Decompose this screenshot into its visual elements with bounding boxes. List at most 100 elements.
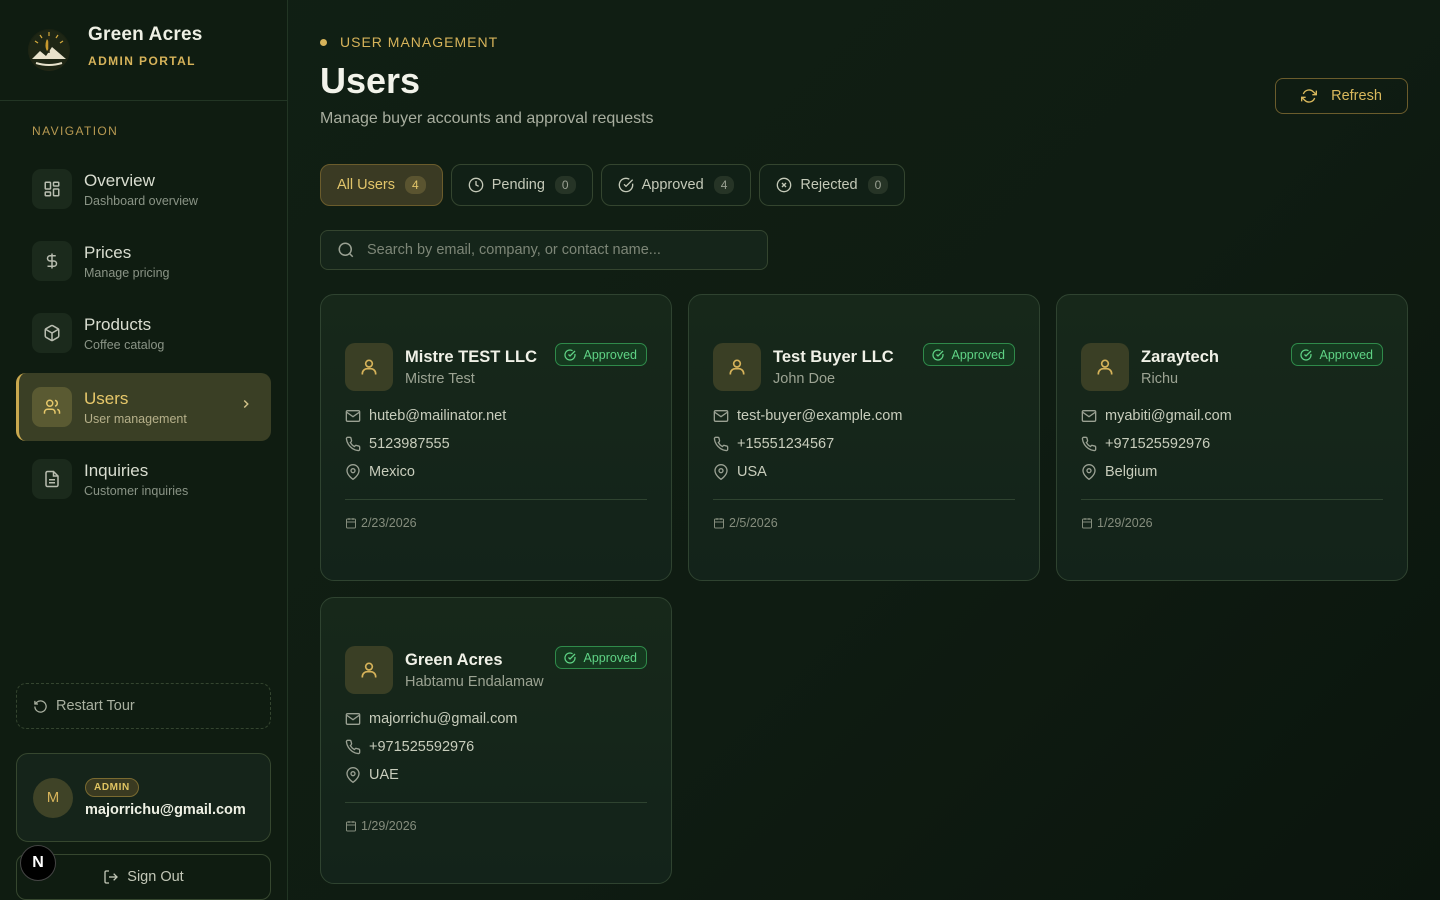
check-circle-icon: [564, 348, 577, 361]
date-row: 2/23/2026: [345, 516, 417, 530]
email-row: myabiti@gmail.com: [1081, 408, 1232, 424]
clock-icon: [468, 177, 484, 193]
status-label: Approved: [583, 347, 637, 362]
tab-label: Pending: [491, 177, 545, 193]
mail-icon: [345, 711, 361, 727]
box-icon: [32, 313, 72, 353]
status-label: Approved: [1319, 347, 1373, 362]
email-row: huteb@mailinator.net: [345, 408, 506, 424]
user-date: 1/29/2026: [361, 819, 417, 833]
users-icon: [32, 387, 72, 427]
refresh-label: Refresh: [1331, 88, 1382, 104]
tab-rejected[interactable]: Rejected 0: [759, 164, 906, 206]
user-email: huteb@mailinator.net: [369, 408, 507, 424]
brand-subtitle: ADMIN PORTAL: [88, 54, 196, 68]
brand-logo[interactable]: [28, 29, 70, 71]
user-location: Belgium: [1105, 464, 1158, 480]
status-badge: Approved: [555, 343, 647, 366]
user-icon: [1081, 343, 1129, 391]
calendar-icon: [1081, 517, 1093, 529]
sidebar-item-label: Inquiries: [84, 460, 149, 480]
user-card[interactable]: Zaraytech Richu Approved myabiti@gmail.c…: [1056, 294, 1408, 581]
eyebrow-label: USER MANAGEMENT: [340, 34, 499, 50]
mail-icon: [1081, 408, 1097, 424]
user-phone: 5123987555: [369, 436, 450, 452]
user-card[interactable]: Test Buyer LLC John Doe Approved test-bu…: [688, 294, 1040, 581]
sidebar-item-label: Users: [84, 388, 129, 408]
location-row: Mexico: [345, 464, 415, 480]
sidebar: Green Acres ADMIN PORTAL NAVIGATION Over…: [0, 0, 288, 900]
search-input[interactable]: [367, 242, 747, 258]
check-circle-icon: [1300, 348, 1313, 361]
company-name: Green Acres: [405, 651, 503, 669]
sidebar-item-users[interactable]: Users User management: [16, 373, 271, 441]
user-icon: [713, 343, 761, 391]
sidebar-item-label: Prices: [84, 242, 132, 262]
contact-name: Habtamu Endalamaw: [405, 674, 544, 690]
date-row: 2/5/2026: [713, 516, 778, 530]
sidebar-item-prices[interactable]: Prices Manage pricing: [16, 227, 271, 295]
phone-icon: [345, 436, 361, 452]
restart-tour-button[interactable]: Restart Tour: [16, 683, 271, 729]
mail-icon: [345, 408, 361, 424]
email-row: majorrichu@gmail.com: [345, 711, 517, 727]
refresh-button[interactable]: Refresh: [1275, 78, 1408, 114]
contact-name: Mistre Test: [405, 371, 475, 387]
user-icon: [345, 343, 393, 391]
map-pin-icon: [345, 464, 361, 480]
phone-row: +971525592976: [1081, 436, 1210, 452]
sidebar-item-inquiries[interactable]: Inquiries Customer inquiries: [16, 445, 271, 513]
check-circle-icon: [564, 651, 577, 664]
eyebrow: USER MANAGEMENT: [320, 34, 498, 50]
rotate-icon: [33, 699, 48, 714]
dev-tools-badge[interactable]: N: [20, 845, 56, 881]
filter-tabs: All Users 4 Pending 0 Approved 4 Rejecte…: [320, 164, 913, 206]
main-content: USER MANAGEMENT Users Manage buyer accou…: [320, 0, 1408, 900]
chevron-right-icon: [239, 397, 253, 416]
page-title: Users: [320, 60, 421, 101]
user-email: test-buyer@example.com: [737, 408, 903, 424]
tab-approved[interactable]: Approved 4: [600, 164, 752, 206]
company-name: Test Buyer LLC: [773, 348, 894, 366]
restart-tour-label: Restart Tour: [56, 698, 135, 714]
calendar-icon: [713, 517, 725, 529]
current-user-email: majorrichu@gmail.com: [85, 802, 246, 818]
x-circle-icon: [776, 177, 792, 193]
tab-all-users[interactable]: All Users 4: [320, 164, 443, 206]
grid-icon: [32, 169, 72, 209]
phone-icon: [1081, 436, 1097, 452]
user-date: 1/29/2026: [1097, 516, 1153, 530]
page-subtitle: Manage buyer accounts and approval reque…: [320, 110, 654, 127]
tab-pending[interactable]: Pending 0: [450, 164, 593, 206]
user-phone: +15551234567: [737, 436, 835, 452]
card-divider: [345, 802, 647, 803]
map-pin-icon: [1081, 464, 1097, 480]
location-row: USA: [713, 464, 767, 480]
card-divider: [1081, 499, 1383, 500]
role-badge: ADMIN: [85, 778, 139, 797]
status-label: Approved: [583, 650, 637, 665]
search-box: [320, 230, 768, 270]
card-divider: [713, 499, 1015, 500]
user-icon: [345, 646, 393, 694]
sidebar-item-overview[interactable]: Overview Dashboard overview: [16, 155, 271, 223]
user-location: USA: [737, 464, 767, 480]
user-email: majorrichu@gmail.com: [369, 711, 518, 727]
sidebar-item-desc: Dashboard overview: [84, 193, 198, 208]
user-card[interactable]: Green Acres Habtamu Endalamaw Approved m…: [320, 597, 672, 884]
date-row: 1/29/2026: [1081, 516, 1153, 530]
calendar-icon: [345, 517, 357, 529]
user-location: Mexico: [369, 464, 415, 480]
user-card[interactable]: Mistre TEST LLC Mistre Test Approved hut…: [320, 294, 672, 581]
user-location: UAE: [369, 767, 399, 783]
phone-row: +15551234567: [713, 436, 834, 452]
contact-name: John Doe: [773, 371, 836, 387]
check-circle-icon: [932, 348, 945, 361]
logout-icon: [103, 869, 119, 885]
sidebar-item-products[interactable]: Products Coffee catalog: [16, 299, 271, 367]
tab-count: 0: [867, 176, 889, 194]
location-row: Belgium: [1081, 464, 1157, 480]
check-circle-icon: [618, 177, 634, 193]
dollar-icon: [32, 241, 72, 281]
sidebar-item-label: Products: [84, 314, 152, 334]
